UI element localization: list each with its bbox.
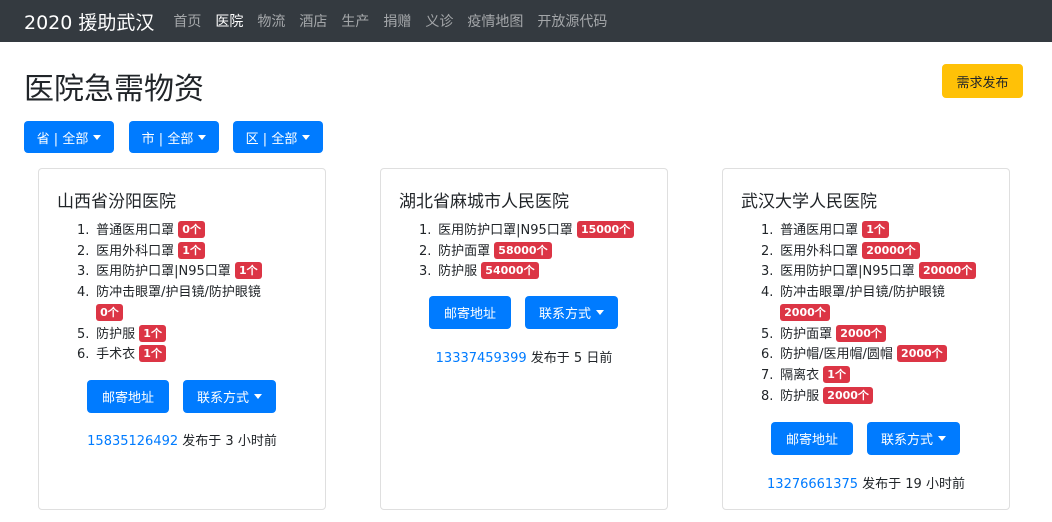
post-info: 15835126492 发布于 3 小时前 (39, 430, 325, 449)
nav-home[interactable]: 首页 (173, 11, 201, 31)
quantity-badge: 2000个 (897, 345, 947, 363)
caret-down-icon (254, 394, 262, 399)
list-item: 4. 防冲击眼罩/护目镜/防护眼镜 0个 (77, 285, 261, 321)
mail-address-button[interactable]: 邮寄地址 (87, 380, 169, 413)
contact-label: 联系方式 (196, 391, 249, 406)
posted-time: 发布于 19 小时前 (862, 477, 965, 492)
quantity-badge: 1个 (178, 241, 205, 259)
quantity-badge: 1个 (139, 345, 166, 363)
quantity-badge: 54000个 (481, 262, 539, 280)
list-item: 3. 医用防护口罩|N95口罩 20000个 (761, 262, 1001, 283)
list-item: 4. 防冲击眼罩/护目镜/防护眼镜 2000个 (761, 285, 945, 321)
nav-logistics[interactable]: 物流 (257, 11, 285, 31)
list-item: 2. 医用外科口罩 20000个 (761, 241, 1001, 263)
mail-address-button[interactable]: 邮寄地址 (771, 422, 853, 455)
quantity-badge: 20000个 (918, 262, 977, 280)
list-item: 6. 防护帽/医用帽/圆帽 2000个 (761, 345, 1001, 366)
list-item: 8. 防护服 2000个 (761, 386, 1001, 408)
mail-address-button[interactable]: 邮寄地址 (429, 296, 511, 329)
publish-request-button[interactable]: 需求发布 (942, 64, 1023, 98)
contact-label: 联系方式 (538, 307, 591, 322)
needs-list: 1. 医用防护口罩|N95口罩 15000个 2. 防护面罩 58000个 3.… (419, 221, 659, 283)
contact-dropdown-button[interactable]: 联系方式 (183, 380, 276, 413)
list-item: 7. 隔离衣 1个 (761, 365, 1001, 387)
quantity-badge: 2000个 (823, 386, 873, 404)
post-info: 13276661375 发布于 19 小时前 (723, 473, 1009, 492)
posted-time: 发布于 5 日前 (530, 351, 613, 366)
list-item: 1. 普通医用口罩 0个 (77, 221, 317, 242)
city-filter-label: 市 | 全部 (141, 131, 194, 147)
contact-dropdown-button[interactable]: 联系方式 (525, 296, 618, 329)
list-item: 5. 防护服 1个 (77, 324, 317, 346)
phone-link[interactable]: 13276661375 (767, 477, 858, 492)
caret-down-icon (198, 134, 207, 140)
contact-dropdown-button[interactable]: 联系方式 (867, 422, 960, 455)
hospital-card: 山西省汾阳医院 1. 普通医用口罩 0个 2. 医用外科口罩 1个 3. 医用防… (38, 168, 326, 510)
list-item: 1. 普通医用口罩 1个 (761, 221, 1001, 242)
nav-donation[interactable]: 捐赠 (383, 11, 411, 31)
nav-hospital[interactable]: 医院 (215, 11, 243, 31)
quantity-badge: 15000个 (576, 221, 635, 238)
post-info: 13337459399 发布于 5 日前 (381, 347, 667, 366)
caret-down-icon (302, 134, 311, 140)
hospital-card: 武汉大学人民医院 1. 普通医用口罩 1个 2. 医用外科口罩 20000个 3… (722, 168, 1010, 510)
list-item: 5. 防护面罩 2000个 (761, 324, 1001, 346)
phone-link[interactable]: 13337459399 (436, 351, 527, 366)
contact-label: 联系方式 (880, 433, 933, 448)
quantity-badge: 1个 (862, 221, 889, 238)
district-filter-dropdown[interactable]: 区 | 全部 (233, 121, 323, 153)
nav-open-source[interactable]: 开放源代码 (537, 11, 607, 31)
caret-down-icon (93, 134, 102, 140)
top-navbar: 2020 援助武汉 首页 医院 物流 酒店 生产 捐赠 义诊 疫情地图 开放源代… (0, 0, 1052, 42)
hospital-name: 山西省汾阳医院 (57, 192, 176, 212)
district-filter-label: 区 | 全部 (245, 131, 298, 147)
brand-link[interactable]: 2020 援助武汉 (24, 8, 154, 35)
quantity-badge: 1个 (234, 262, 262, 280)
page-title: 医院急需物资 (24, 72, 204, 107)
province-filter-dropdown[interactable]: 省 | 全部 (24, 121, 114, 153)
nav-epidemic-map[interactable]: 疫情地图 (467, 11, 523, 31)
list-item: 3. 防护服 54000个 (419, 262, 659, 283)
list-item: 6. 手术衣 1个 (77, 345, 317, 366)
caret-down-icon (938, 436, 946, 441)
quantity-badge: 1个 (139, 324, 166, 342)
hospital-name: 湖北省麻城市人民医院 (399, 192, 569, 212)
needs-list: 1. 普通医用口罩 1个 2. 医用外科口罩 20000个 3. 医用防护口罩|… (761, 221, 1001, 407)
hospital-card: 湖北省麻城市人民医院 1. 医用防护口罩|N95口罩 15000个 2. 防护面… (380, 168, 668, 510)
caret-down-icon (596, 310, 604, 315)
posted-time: 发布于 3 小时前 (182, 434, 277, 449)
nav-clinic[interactable]: 义诊 (425, 11, 453, 31)
city-filter-dropdown[interactable]: 市 | 全部 (129, 121, 219, 153)
province-filter-label: 省 | 全部 (36, 131, 89, 147)
list-item: 2. 医用外科口罩 1个 (77, 241, 317, 263)
quantity-badge: 20000个 (862, 241, 920, 259)
needs-list: 1. 普通医用口罩 0个 2. 医用外科口罩 1个 3. 医用防护口罩|N95口… (77, 221, 317, 366)
hospital-name: 武汉大学人民医院 (741, 192, 877, 212)
quantity-badge: 2000个 (836, 324, 886, 342)
list-item: 2. 防护面罩 58000个 (419, 241, 659, 263)
phone-link[interactable]: 15835126492 (87, 434, 178, 449)
nav-hotel[interactable]: 酒店 (299, 11, 327, 31)
quantity-badge: 2000个 (780, 303, 830, 321)
quantity-badge: 0个 (178, 221, 205, 238)
list-item: 3. 医用防护口罩|N95口罩 1个 (77, 262, 317, 283)
quantity-badge: 0个 (96, 303, 123, 321)
nav-production[interactable]: 生产 (341, 11, 369, 31)
quantity-badge: 58000个 (494, 241, 552, 259)
quantity-badge: 1个 (823, 365, 850, 383)
list-item: 1. 医用防护口罩|N95口罩 15000个 (419, 221, 659, 242)
